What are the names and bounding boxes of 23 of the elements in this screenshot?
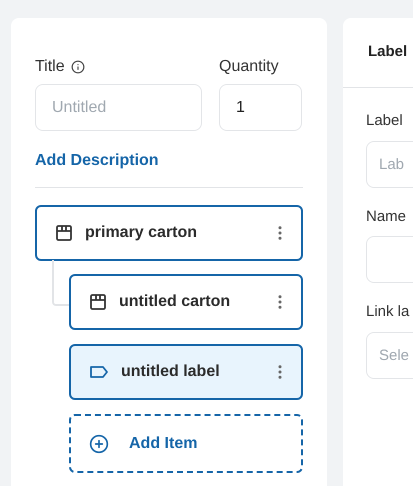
tag-icon — [89, 365, 109, 379]
item-name: untitled label — [121, 362, 221, 382]
quantity-field[interactable]: 1 — [219, 84, 302, 131]
title-field[interactable]: Untitled — [35, 84, 202, 131]
box-icon — [89, 293, 107, 311]
tree-item[interactable]: primary carton — [35, 205, 303, 261]
input-field[interactable]: Lab — [366, 140, 413, 188]
info-icon[interactable] — [70, 60, 85, 74]
tree-item[interactable]: untitled label — [69, 344, 303, 400]
item-name: untitled carton — [119, 292, 232, 312]
field-label: Name — [366, 206, 408, 226]
tree-item[interactable]: untitled carton — [69, 274, 303, 330]
add-description-link[interactable]: Add Description — [35, 149, 159, 173]
box-icon — [55, 224, 73, 242]
field-label: Label — [366, 111, 404, 131]
input-field[interactable]: Sele — [366, 332, 413, 378]
add-item-button[interactable]: Add Item — [69, 414, 303, 473]
item-name: primary carton — [85, 223, 198, 243]
field-label: Link la — [366, 302, 410, 322]
field-label: Title — [35, 57, 65, 77]
add-icon — [89, 434, 109, 454]
field-label: Quantity — [219, 57, 279, 77]
panel-title: Label — [368, 42, 408, 62]
